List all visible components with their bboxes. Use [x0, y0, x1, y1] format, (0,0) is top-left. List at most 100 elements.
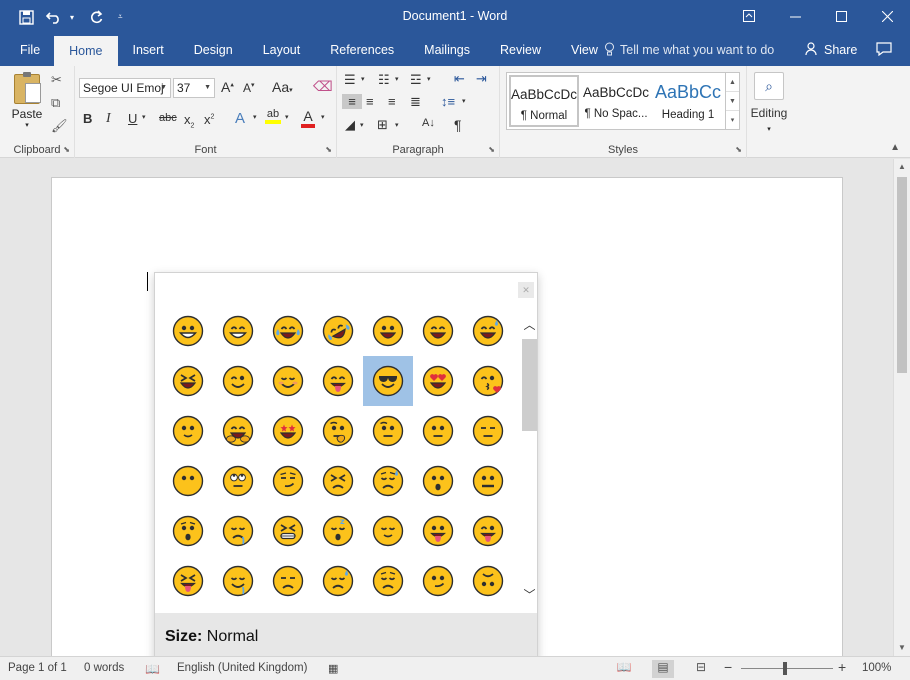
share-button[interactable]: Share [805, 34, 857, 66]
emoji-raised-brow[interactable] [363, 406, 413, 456]
numbering-dropdown-icon[interactable]: ▾ [395, 75, 399, 83]
line-spacing-icon[interactable]: ↕≡ [441, 94, 455, 109]
emoji-persevere[interactable] [313, 456, 363, 506]
close-icon[interactable]: ✕ [518, 282, 534, 298]
chevron-up-icon[interactable]: ︿ [522, 317, 537, 333]
emoji-tired[interactable] [263, 506, 313, 556]
font-name-combobox[interactable]: Segoe UI Emoj ▼ [79, 78, 171, 98]
tab-design[interactable]: Design [179, 34, 248, 66]
emoji-zipper[interactable] [463, 456, 513, 506]
emoji-tongue[interactable] [413, 506, 463, 556]
read-mode-icon[interactable]: 📖 [613, 660, 635, 678]
emoji-eye-roll[interactable] [213, 456, 263, 506]
font-size-combobox[interactable]: 37 ▼ [173, 78, 215, 98]
emoji-sleepy[interactable] [213, 506, 263, 556]
shading-dropdown-icon[interactable]: ▾ [360, 121, 364, 129]
increase-indent-icon[interactable]: ⇥ [476, 71, 487, 87]
word-count[interactable]: 0 words [84, 662, 124, 674]
bullets-icon[interactable]: ☰ [344, 72, 356, 88]
close-icon[interactable] [864, 0, 910, 32]
emoji-wink[interactable] [213, 356, 263, 406]
style-heading-1[interactable]: AaBbCc Heading 1 [653, 75, 723, 127]
emoji-scroll-thumb[interactable] [522, 339, 537, 431]
emoji-tongue-wink[interactable] [463, 506, 513, 556]
sort-icon[interactable]: A↓ [422, 117, 435, 129]
zoom-in-icon[interactable]: + [838, 659, 846, 675]
emoji-expressionless[interactable] [463, 406, 513, 456]
page-count[interactable]: Page 1 of 1 [8, 662, 67, 674]
emoji-sunglasses[interactable] [363, 356, 413, 406]
tab-file[interactable]: File [0, 34, 54, 66]
emoji-unamused[interactable] [263, 556, 313, 606]
emoji-grin[interactable] [213, 306, 263, 356]
emoji-confused[interactable] [413, 556, 463, 606]
emoji-smiley[interactable] [363, 306, 413, 356]
align-left-icon[interactable]: ≡ [342, 94, 362, 109]
highlight-icon[interactable]: ab [265, 108, 281, 124]
document-scrollbar[interactable]: ▲ ▼ [893, 159, 910, 656]
multilevel-list-icon[interactable]: ☲ [410, 72, 422, 88]
tab-insert[interactable]: Insert [118, 34, 179, 66]
format-painter-icon[interactable]: 🖌 [51, 118, 68, 134]
emoji-hushed[interactable] [163, 506, 213, 556]
styles-launcher-icon[interactable]: ⬊ [735, 145, 742, 154]
chevron-down-icon[interactable]: ▼ [726, 92, 739, 111]
shrink-font-icon[interactable]: A▾ [243, 81, 255, 95]
editing-button[interactable]: ⌕ Editing ▾ [749, 72, 789, 134]
multilevel-dropdown-icon[interactable]: ▾ [427, 75, 431, 83]
tell-me-search[interactable]: Tell me what you want to do [604, 34, 774, 66]
emoji-upside-down[interactable] [463, 556, 513, 606]
emoji-smirk[interactable] [263, 456, 313, 506]
italic-icon[interactable]: I [106, 111, 111, 127]
print-layout-icon[interactable]: ▤ [652, 660, 674, 678]
copy-icon[interactable]: ⧉ [51, 95, 60, 111]
align-right-icon[interactable]: ≡ [388, 94, 396, 109]
emoji-sleeping[interactable]: z [313, 506, 363, 556]
style-normal[interactable]: AaBbCcDc ¶ Normal [509, 75, 579, 127]
bold-icon[interactable]: B [83, 111, 92, 126]
emoji-slight-smile[interactable] [163, 406, 213, 456]
line-spacing-dropdown-icon[interactable]: ▾ [462, 97, 466, 105]
bullets-dropdown-icon[interactable]: ▾ [361, 75, 365, 83]
emoji-neutral[interactable] [413, 406, 463, 456]
emoji-laughing[interactable] [163, 356, 213, 406]
emoji-joy[interactable] [263, 306, 313, 356]
emoji-size-footer[interactable]: Size: Normal [155, 613, 537, 661]
tab-home[interactable]: Home [54, 36, 118, 66]
scroll-down-icon[interactable]: ▼ [894, 640, 910, 656]
highlight-dropdown-icon[interactable]: ▾ [285, 113, 289, 121]
emoji-pensive[interactable] [363, 556, 413, 606]
macro-icon[interactable]: ▦ [328, 662, 338, 675]
emoji-disappointed-relieved[interactable] [363, 456, 413, 506]
grow-font-icon[interactable]: A▴ [221, 79, 234, 95]
emoji-blush[interactable] [263, 356, 313, 406]
show-hide-marks-icon[interactable]: ¶ [454, 117, 462, 133]
emoji-star-struck[interactable] [263, 406, 313, 456]
emoji-thinking[interactable] [313, 406, 363, 456]
subscript-icon[interactable]: x2 [184, 112, 194, 130]
shading-icon[interactable]: ◢ [345, 117, 355, 133]
ribbon-display-options-icon[interactable] [726, 0, 772, 32]
justify-icon[interactable]: ≣ [410, 94, 421, 110]
font-color-dropdown-icon[interactable]: ▾ [321, 113, 325, 121]
text-effects-icon[interactable]: A [235, 110, 245, 127]
style-no-spacing[interactable]: AaBbCcDc ¶ No Spac... [581, 75, 651, 127]
comments-icon[interactable] [876, 42, 892, 59]
align-center-icon[interactable]: ≡ [366, 94, 374, 109]
minimize-icon[interactable] [772, 0, 818, 32]
zoom-out-icon[interactable]: − [724, 659, 732, 675]
emoji-relieved[interactable] [363, 506, 413, 556]
language[interactable]: English (United Kingdom) [177, 662, 307, 674]
zoom-level[interactable]: 100% [862, 662, 891, 674]
paragraph-launcher-icon[interactable]: ⬊ [488, 145, 495, 154]
font-color-icon[interactable]: A [301, 108, 315, 128]
emoji-sweat[interactable] [313, 556, 363, 606]
emoji-hugging[interactable] [213, 406, 263, 456]
borders-icon[interactable]: ⊞ [377, 117, 388, 133]
emoji-yum[interactable] [313, 356, 363, 406]
emoji-rofl[interactable] [313, 306, 363, 356]
numbering-icon[interactable]: ☷ [378, 72, 390, 88]
tab-review[interactable]: Review [485, 34, 556, 66]
emoji-kissing-heart[interactable] [463, 356, 513, 406]
emoji-smile[interactable] [413, 306, 463, 356]
